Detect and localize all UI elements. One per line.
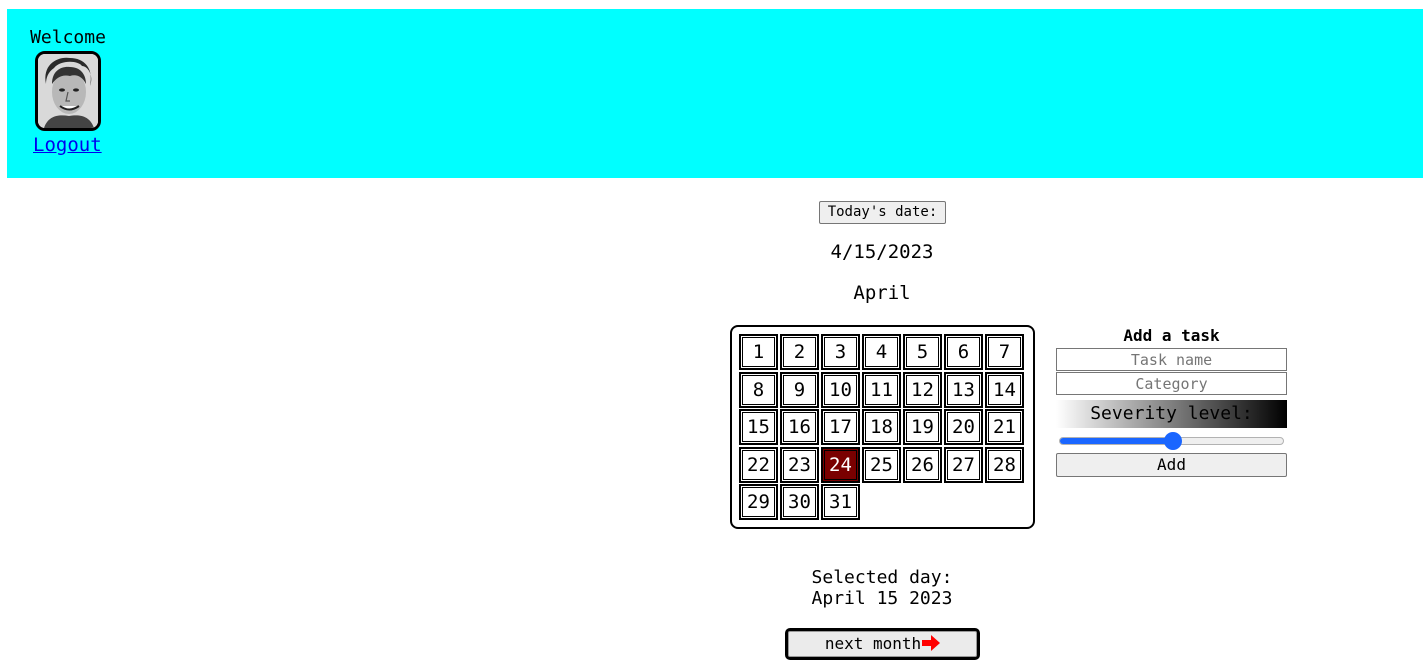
calendar-day[interactable]: 7 xyxy=(985,334,1024,370)
calendar-day[interactable]: 26 xyxy=(903,446,942,483)
selected-day-value: April 15 2023 xyxy=(811,588,953,609)
header-bar: Welcome Logout xyxy=(7,9,1423,178)
severity-slider-fill xyxy=(1060,438,1173,444)
logout-link[interactable]: Logout xyxy=(33,134,102,156)
calendar-day[interactable]: 18 xyxy=(862,409,901,445)
add-task-button[interactable]: Add xyxy=(1056,453,1287,477)
calendar-day[interactable]: 3 xyxy=(821,334,860,370)
calendar-day[interactable]: 22 xyxy=(739,446,778,483)
right-arrow-icon xyxy=(922,633,941,659)
severity-slider[interactable] xyxy=(1059,432,1284,450)
calendar-day[interactable]: 16 xyxy=(780,409,819,445)
calendar-day[interactable]: 17 xyxy=(821,409,860,445)
welcome-text: Welcome xyxy=(30,27,106,48)
calendar-day[interactable]: 23 xyxy=(780,446,819,483)
severity-slider-thumb[interactable] xyxy=(1163,432,1182,450)
task-name-input[interactable] xyxy=(1056,348,1287,371)
today-date-text: 4/15/2023 xyxy=(830,241,934,263)
calendar-day[interactable]: 11 xyxy=(862,371,901,408)
calendar-day[interactable]: 25 xyxy=(862,446,901,483)
calendar-day[interactable]: 8 xyxy=(739,371,778,408)
calendar-day[interactable]: 13 xyxy=(944,371,983,408)
next-month-button[interactable]: next month xyxy=(785,628,980,660)
category-input[interactable] xyxy=(1056,372,1287,395)
calendar-day[interactable]: 20 xyxy=(944,409,983,445)
profile-photo-icon xyxy=(38,54,98,128)
calendar-day[interactable]: 31 xyxy=(821,484,860,520)
calendar-day[interactable]: 12 xyxy=(903,371,942,408)
calendar-day[interactable]: 5 xyxy=(903,334,942,370)
next-month-label: next month xyxy=(824,634,922,653)
calendar-grid: 1 2 3 4 5 6 7 8 9 10 11 12 13 14 15 16 17 18 19 20 21 22 23 24 2… xyxy=(730,325,1035,529)
calendar-day[interactable]: 9 xyxy=(780,371,819,408)
calendar-day[interactable]: 10 xyxy=(821,371,860,408)
add-task-title: Add a task xyxy=(1123,326,1220,345)
calendar-day[interactable]: 27 xyxy=(944,446,983,483)
calendar-day[interactable]: 24 xyxy=(821,446,860,483)
calendar-day[interactable]: 29 xyxy=(739,484,778,520)
calendar-day[interactable]: 14 xyxy=(985,371,1024,408)
calendar-day[interactable]: 19 xyxy=(903,409,942,445)
calendar-day[interactable]: 30 xyxy=(780,484,819,520)
calendar-day[interactable]: 28 xyxy=(985,446,1024,483)
severity-label: Severity level: xyxy=(1056,400,1287,428)
calendar-day[interactable]: 15 xyxy=(739,409,778,445)
calendar-day[interactable]: 4 xyxy=(862,334,901,370)
calendar-day[interactable]: 2 xyxy=(780,334,819,370)
todays-date-button[interactable]: Today's date: xyxy=(819,201,946,224)
selected-day-label: Selected day: xyxy=(811,567,953,588)
selected-day-info: Selected day: April 15 2023 xyxy=(782,567,982,609)
calendar-day[interactable]: 1 xyxy=(739,334,778,370)
avatar xyxy=(35,51,101,131)
month-name: April xyxy=(853,282,911,304)
calendar-day[interactable]: 21 xyxy=(985,409,1024,445)
calendar-day[interactable]: 6 xyxy=(944,334,983,370)
